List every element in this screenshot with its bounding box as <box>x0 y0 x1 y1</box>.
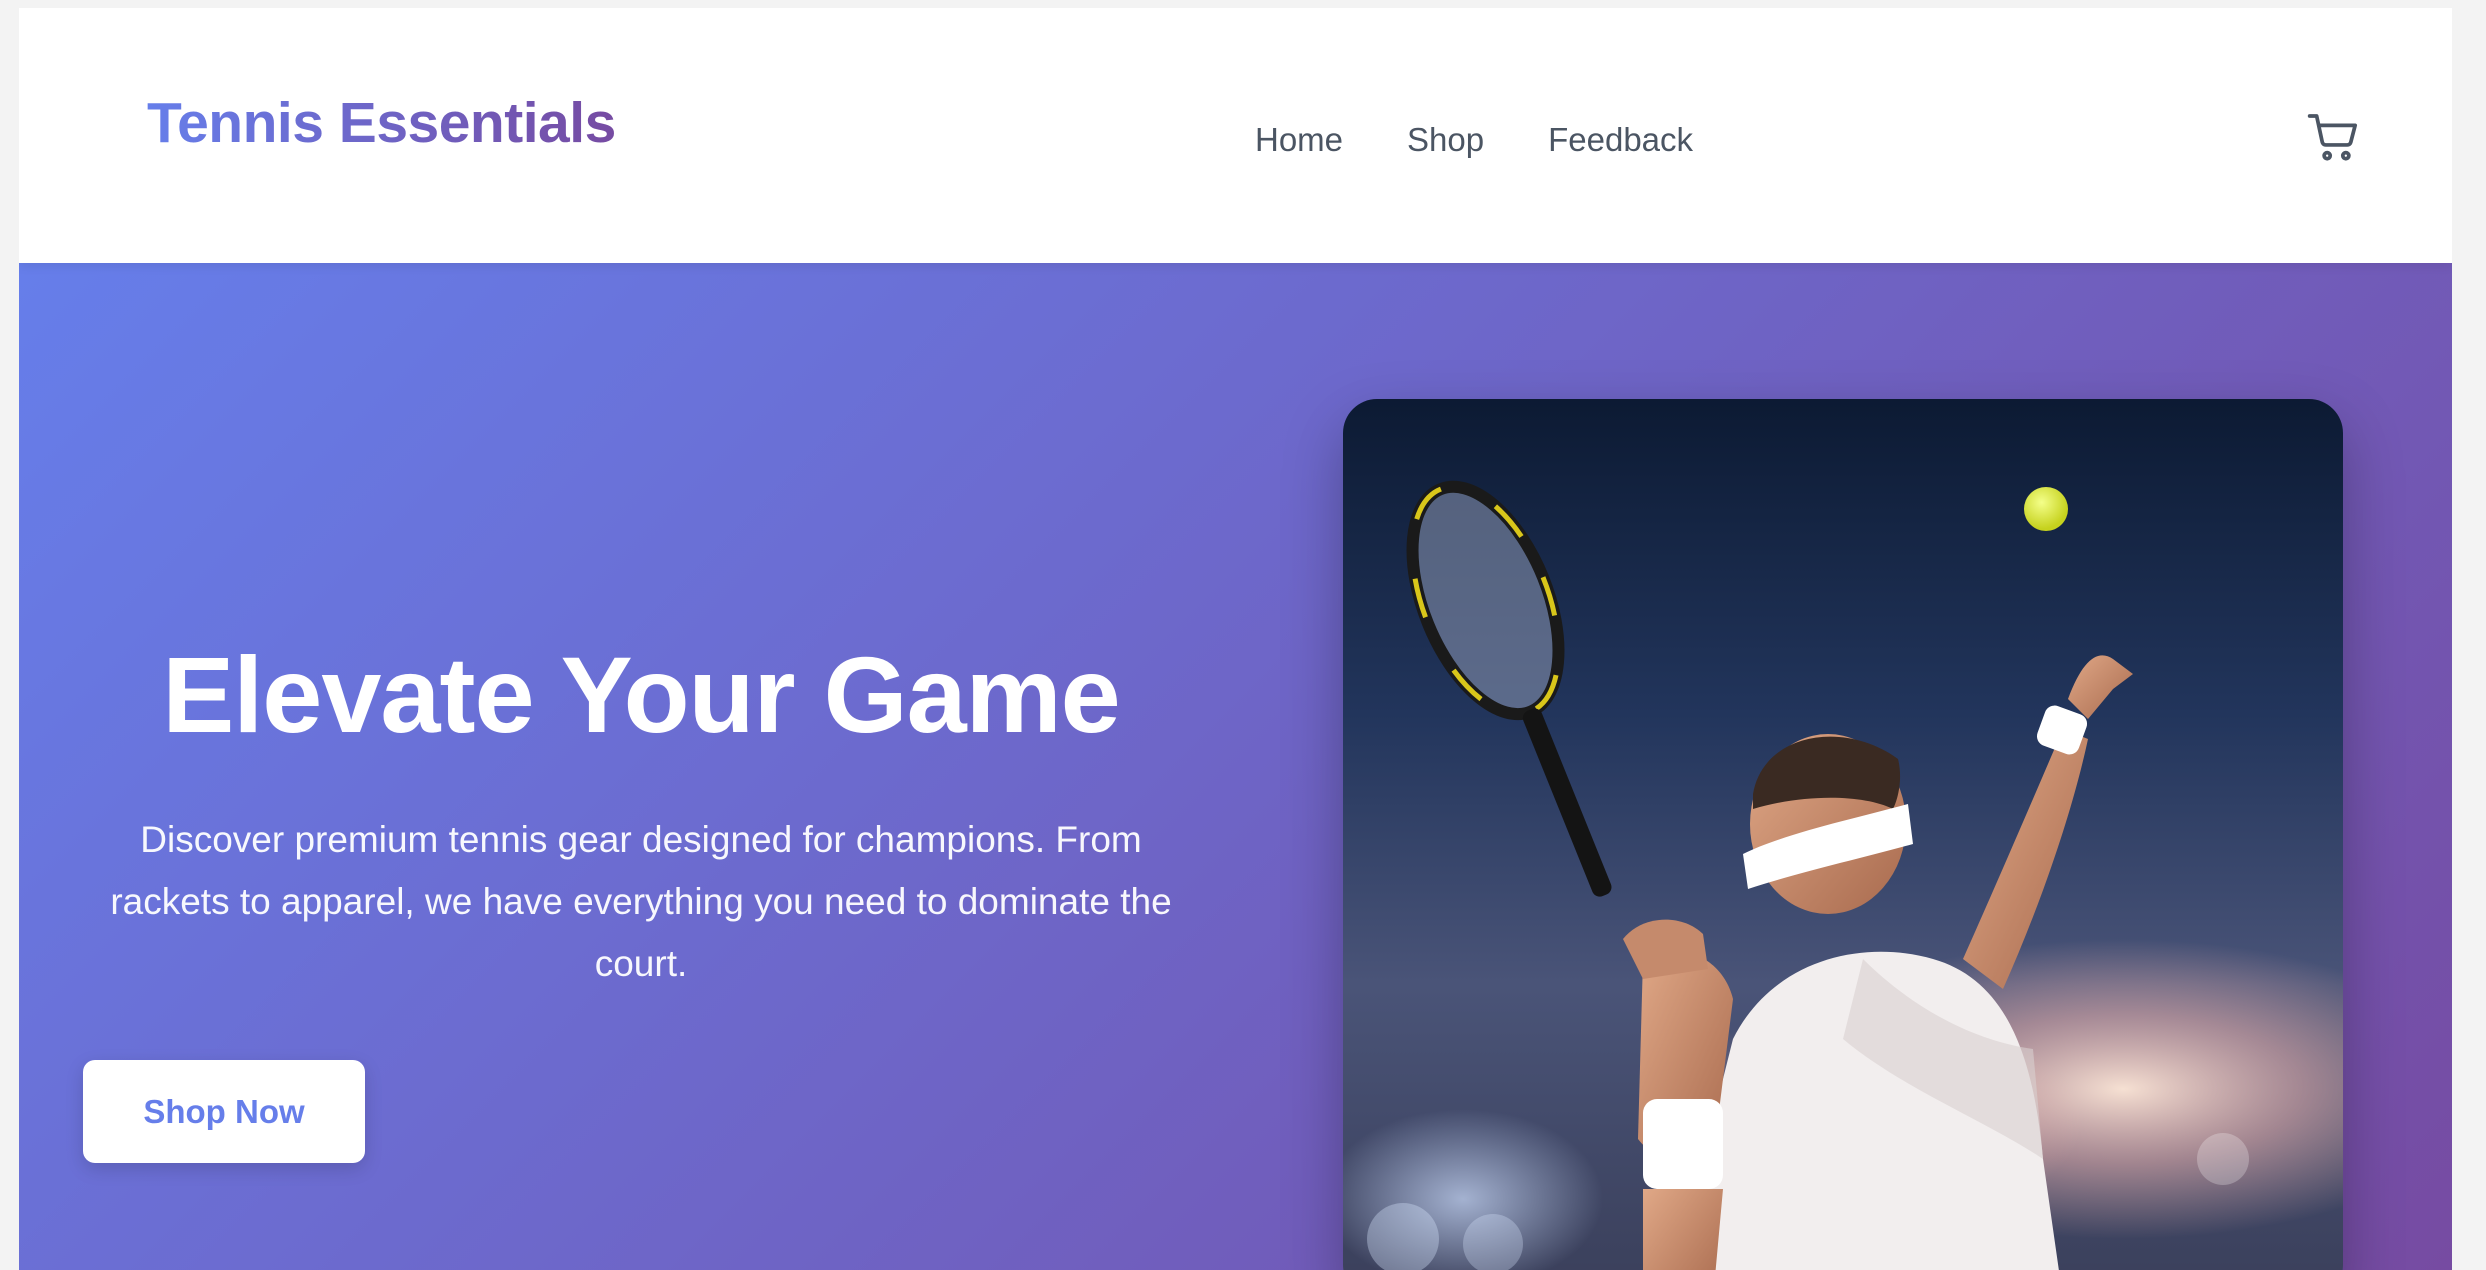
page: Tennis Essentials Home Shop Feedback Ele… <box>19 8 2452 1270</box>
nav-link-shop[interactable]: Shop <box>1407 121 1484 159</box>
shopping-cart-icon[interactable] <box>2305 109 2361 165</box>
hero-image <box>1343 399 2343 1270</box>
hero-title: Elevate Your Game <box>162 634 1120 755</box>
hero-text-block: Elevate Your Game Discover premium tenni… <box>83 633 1199 995</box>
nav-link-feedback[interactable]: Feedback <box>1548 121 1693 159</box>
tennis-player-illustration <box>1343 399 2343 1270</box>
hero-description: Discover premium tennis gear designed fo… <box>110 819 1172 985</box>
nav-links: Home Shop Feedback <box>1255 121 1693 159</box>
brand-logo[interactable]: Tennis Essentials <box>147 90 616 156</box>
navbar: Tennis Essentials Home Shop Feedback <box>19 8 2452 263</box>
shop-now-button[interactable]: Shop Now <box>83 1060 365 1163</box>
hero-section: Elevate Your Game Discover premium tenni… <box>19 263 2452 1270</box>
nav-link-home[interactable]: Home <box>1255 121 1343 159</box>
